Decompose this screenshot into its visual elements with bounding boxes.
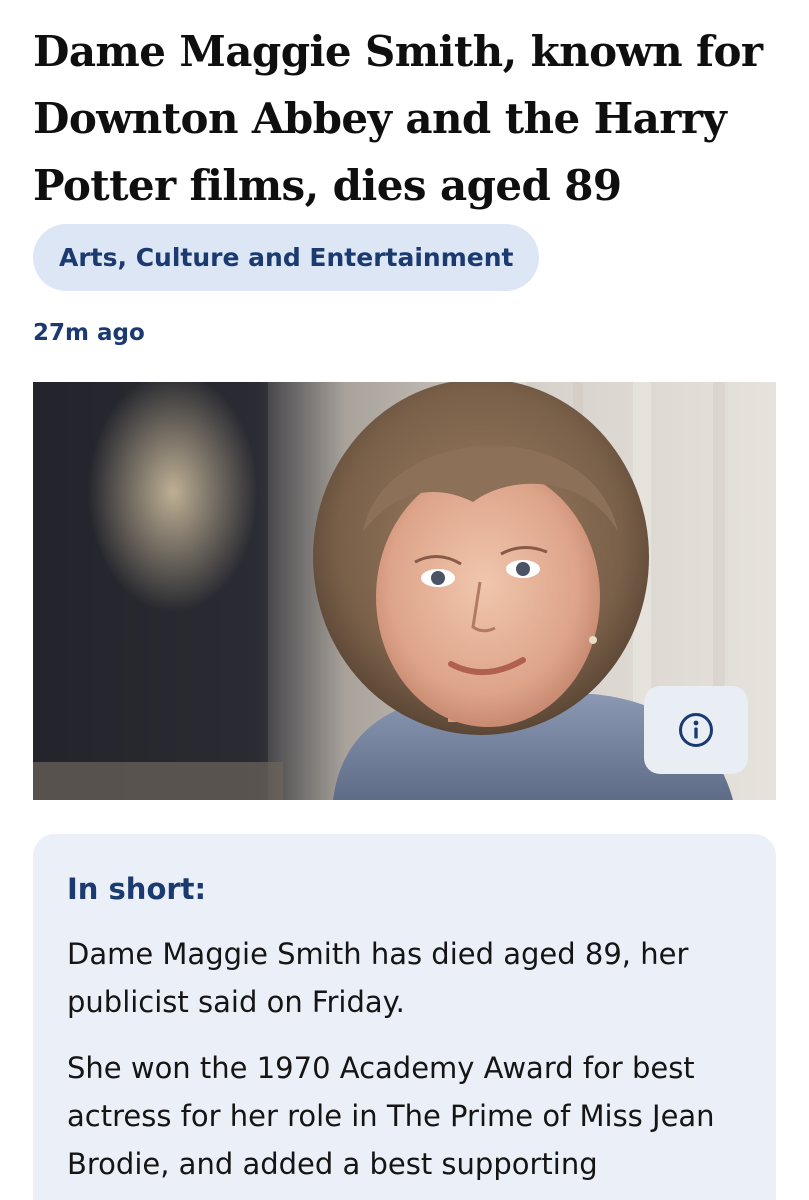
summary-paragraph: Dame Maggie Smith has died aged 89, her … [67, 937, 689, 1019]
summary-paragraph: She won the 1970 Academy Award for best … [67, 1051, 715, 1181]
in-short-summary: In short: Dame Maggie Smith has died age… [33, 834, 776, 1200]
hero-image [33, 382, 776, 800]
published-timestamp: 27m ago [33, 320, 145, 346]
image-info-button[interactable] [644, 686, 748, 774]
info-circle-icon [679, 713, 713, 747]
topic-chip-arts-culture[interactable]: Arts, Culture and Entertainment [33, 224, 540, 291]
summary-heading: In short: [67, 872, 207, 906]
article-headline: Dame Maggie Smith, known for Downton Abb… [33, 27, 763, 210]
